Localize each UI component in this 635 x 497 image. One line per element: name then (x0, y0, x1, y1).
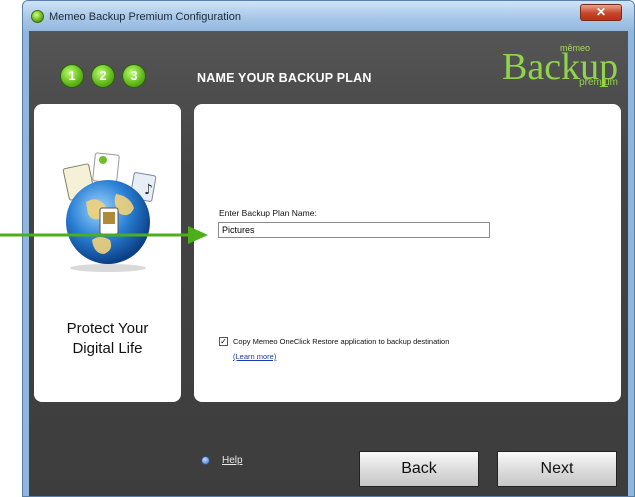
back-button[interactable]: Back (359, 451, 479, 487)
plan-name-input[interactable] (218, 222, 490, 238)
step-indicator-3: 3 (123, 65, 145, 87)
promo-caption-line2: Digital Life (72, 340, 143, 357)
page-title: NAME YOUR BACKUP PLAN (197, 71, 372, 85)
wizard-body: 1 2 3 NAME YOUR BACKUP PLAN mēmeo Backup… (29, 31, 628, 496)
promo-panel: ♪ Protect Your Digital Life (34, 104, 181, 402)
promo-caption-line1: Protect Your (66, 320, 149, 337)
learn-more-link[interactable]: (Learn more) (233, 352, 276, 361)
help-link[interactable]: Help (222, 455, 243, 466)
promo-caption: Protect Your Digital Life (34, 319, 181, 359)
form-panel: Enter Backup Plan Name: ✓ Copy Memeo One… (194, 104, 621, 402)
window-title: Memeo Backup Premium Configuration (49, 11, 241, 23)
product-logo: mēmeo Backup premium (502, 41, 622, 91)
app-logo-icon (31, 10, 44, 23)
logo-edition: premium (579, 77, 618, 88)
globe-illustration: ♪ (46, 144, 171, 274)
copy-restore-checkbox[interactable]: ✓ (219, 337, 228, 346)
step-indicator-2: 2 (92, 65, 114, 87)
globe-icon: ♪ (62, 152, 157, 272)
step-indicator-1: 1 (61, 65, 83, 87)
plan-name-label: Enter Backup Plan Name: (219, 208, 317, 218)
help-icon[interactable] (201, 456, 210, 465)
title-bar[interactable]: Memeo Backup Premium Configuration ✕ (23, 1, 634, 31)
copy-restore-label[interactable]: Copy Memeo OneClick Restore application … (233, 337, 449, 346)
next-button[interactable]: Next (497, 451, 617, 487)
close-button[interactable]: ✕ (580, 4, 622, 21)
svg-text:♪: ♪ (144, 182, 153, 198)
annotation-arrow-icon (0, 226, 208, 244)
